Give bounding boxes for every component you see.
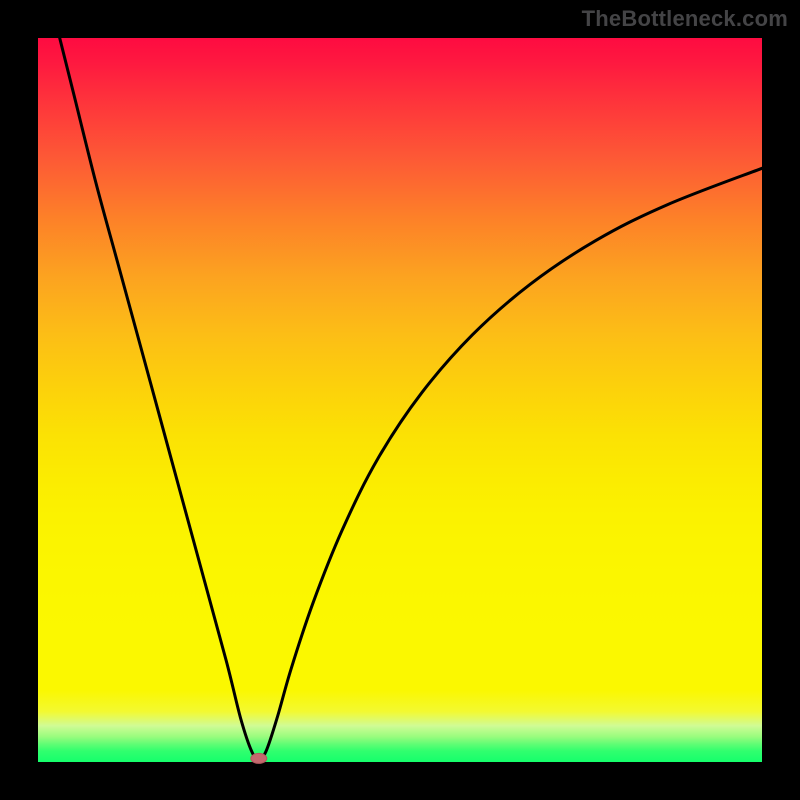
chart-frame: TheBottleneck.com bbox=[0, 0, 800, 800]
bottleneck-curve bbox=[60, 38, 762, 759]
optimal-point-marker bbox=[251, 753, 267, 763]
watermark-text: TheBottleneck.com bbox=[582, 6, 788, 32]
curve-layer bbox=[38, 38, 762, 762]
